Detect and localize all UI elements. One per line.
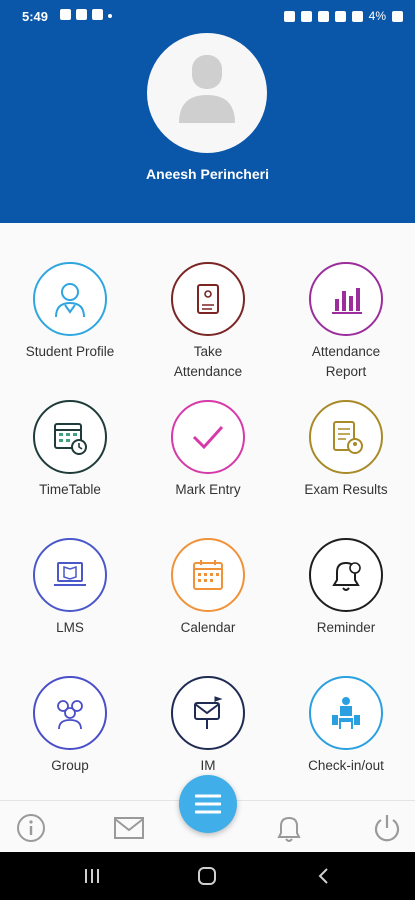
menu-mark-entry[interactable]: Mark Entry <box>139 400 277 500</box>
reminder-icon <box>332 561 361 591</box>
menu-label: Take Attendance <box>173 344 243 379</box>
menu-label: Reminder <box>316 620 376 635</box>
menu-take-attendance[interactable]: Take Attendance <box>139 262 277 382</box>
status-bar: 5:49 4% <box>0 0 415 33</box>
menu-icon <box>195 794 221 814</box>
home-icon[interactable] <box>197 866 217 886</box>
menu-reminder[interactable]: Reminder <box>277 538 415 638</box>
status-time: 5:49 <box>22 9 49 24</box>
lms-circle <box>33 538 107 612</box>
mail-icon[interactable] <box>113 815 145 841</box>
system-navigation-bar <box>0 852 415 900</box>
check-in-out-circle <box>309 676 383 750</box>
im-icon <box>194 696 223 729</box>
menu-label: Student Profile <box>25 344 115 359</box>
menu-exam-results[interactable]: Exam Results <box>277 400 415 500</box>
reminder-circle <box>309 538 383 612</box>
menu-label: IM <box>200 758 216 773</box>
timetable-circle <box>33 400 107 474</box>
bell-icon[interactable] <box>275 813 303 843</box>
mark-entry-icon <box>192 425 224 450</box>
battery-level: 4% <box>368 9 386 23</box>
exam-results-icon <box>333 421 363 454</box>
menu-label: Exam Results <box>304 482 388 497</box>
menu-im[interactable]: IM <box>139 676 277 776</box>
notification-icons <box>60 9 112 20</box>
puzzle-icon <box>76 9 87 20</box>
back-icon[interactable] <box>314 866 334 886</box>
menu-label: Group <box>51 758 89 773</box>
group-circle <box>33 676 107 750</box>
power-icon[interactable] <box>372 813 402 843</box>
attendance-report-circle <box>309 262 383 336</box>
take-attendance-circle <box>171 262 245 336</box>
menu-group[interactable]: Group <box>1 676 139 776</box>
group-icon <box>57 700 83 730</box>
menu-label: TimeTable <box>39 482 101 497</box>
lock-icon <box>283 10 295 22</box>
menu-attendance-report[interactable]: Attendance Report <box>277 262 415 382</box>
system-icons: 4% <box>283 9 403 23</box>
recent-apps-icon[interactable] <box>82 866 102 886</box>
lms-icon <box>54 562 86 586</box>
timetable-icon <box>54 423 87 455</box>
menu-label: Calendar <box>180 620 236 635</box>
info-icon[interactable] <box>16 813 46 843</box>
student-profile-icon <box>55 283 85 318</box>
user-name: Aneesh Perincheri <box>146 166 269 182</box>
menu-timetable[interactable]: TimeTable <box>1 400 139 500</box>
menu-label: Attendance Report <box>311 344 381 379</box>
gallery-icon <box>60 9 71 20</box>
default-user-icon <box>179 55 235 123</box>
menu-label: Mark Entry <box>175 482 241 497</box>
signal-icon <box>351 10 363 22</box>
im-circle <box>171 676 245 750</box>
exam-results-circle <box>309 400 383 474</box>
menu-label: Check-in/out <box>308 758 384 773</box>
menu-calendar[interactable]: Calendar <box>139 538 277 638</box>
mute-icon <box>317 10 329 22</box>
menu-label: LMS <box>56 620 84 635</box>
battery-icon <box>392 10 403 22</box>
menu-student-profile[interactable]: Student Profile <box>1 262 139 362</box>
check-in-out-icon <box>332 697 360 729</box>
notification-icon <box>92 9 103 20</box>
menu-check-in-out[interactable]: Check-in/out <box>277 676 415 776</box>
wifi-icon <box>334 10 346 22</box>
attendance-report-icon <box>332 288 362 314</box>
student-profile-circle <box>33 262 107 336</box>
profile-header: Aneesh Perincheri <box>0 33 415 223</box>
more-dot-icon <box>108 14 112 18</box>
calendar-circle <box>171 538 245 612</box>
take-attendance-icon <box>197 284 219 314</box>
mark-entry-circle <box>171 400 245 474</box>
alarm-icon <box>300 10 312 22</box>
calendar-icon <box>193 560 223 590</box>
menu-button[interactable] <box>179 775 237 833</box>
avatar[interactable] <box>147 33 267 153</box>
menu-lms[interactable]: LMS <box>1 538 139 638</box>
